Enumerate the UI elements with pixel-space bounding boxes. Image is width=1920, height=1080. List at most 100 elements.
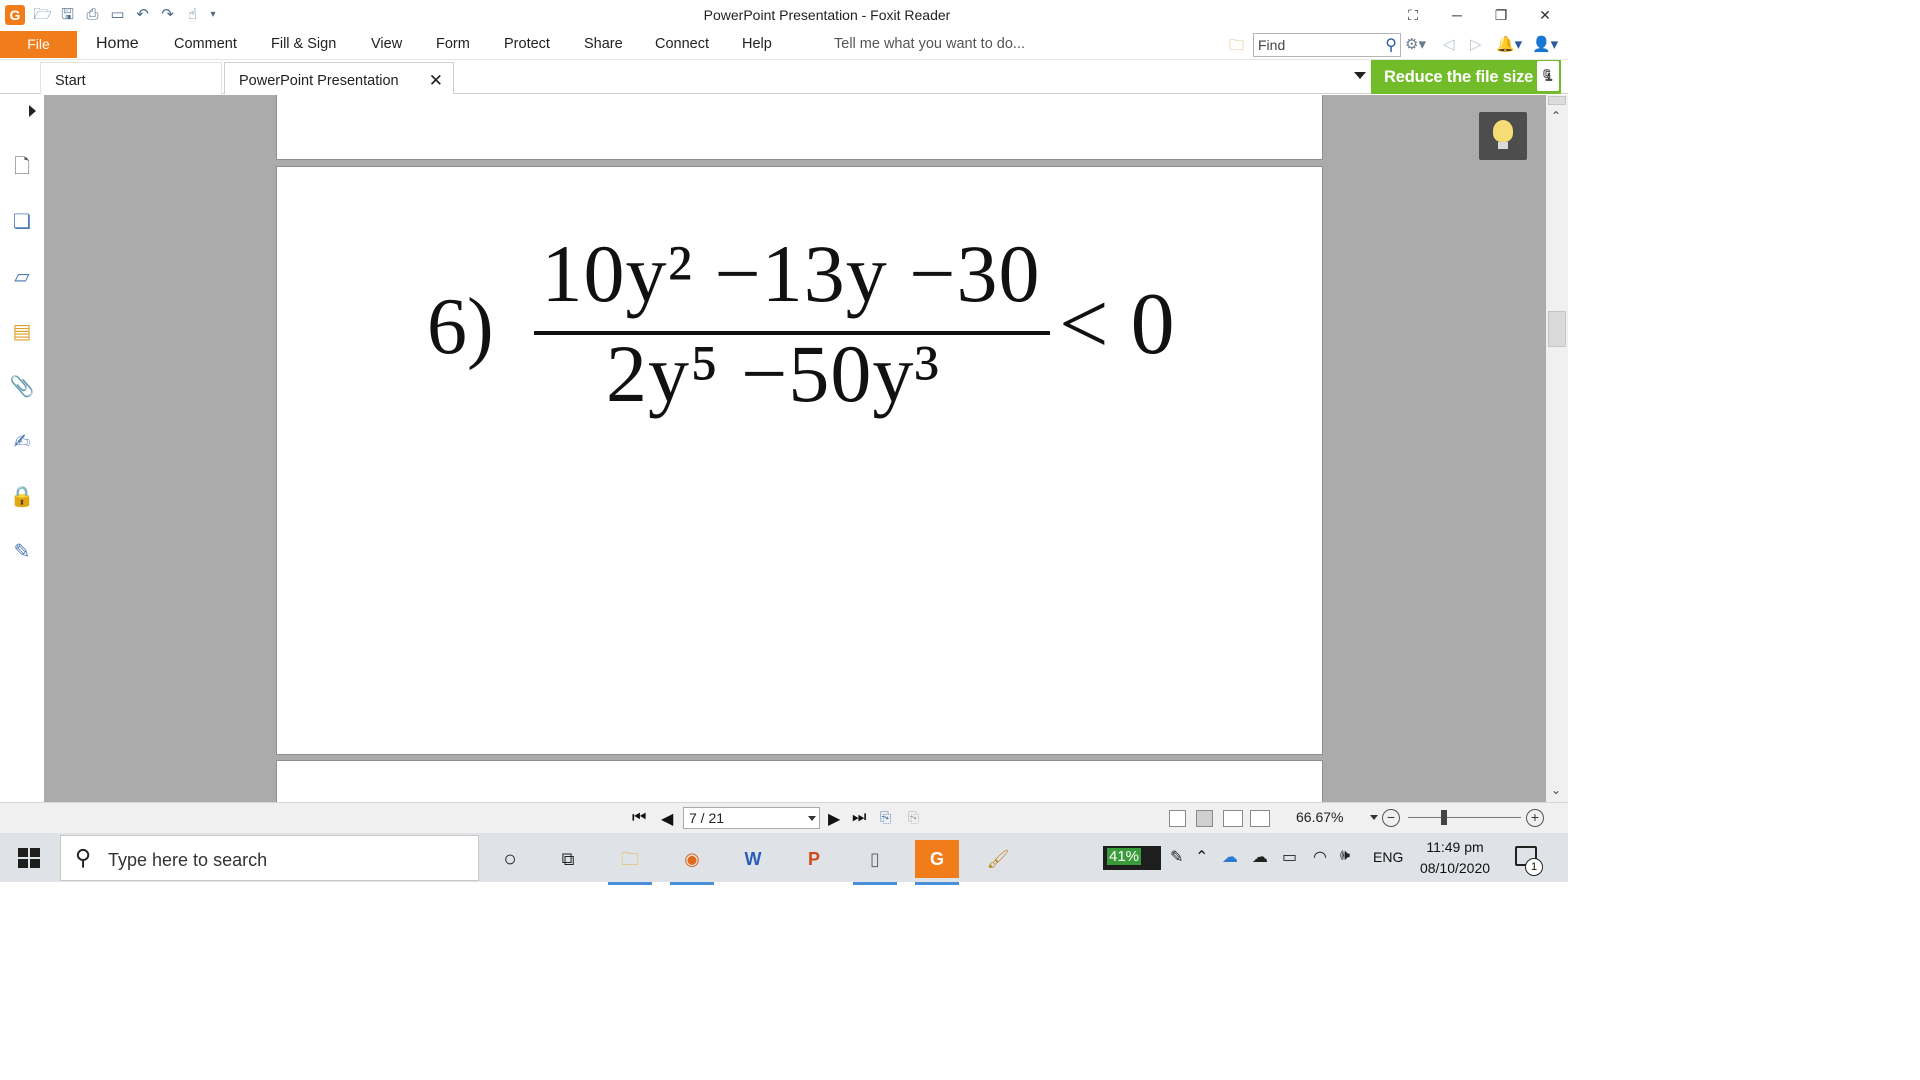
- document-viewport[interactable]: 6) 10y² −13y −30 2y⁵ −50y³ < 0: [44, 95, 1546, 802]
- layers-icon[interactable]: ▱: [8, 263, 36, 291]
- zoom-level[interactable]: 66.67%: [1296, 809, 1343, 825]
- ribbon-menu-bar: File Home Comment Fill & Sign View Form …: [0, 31, 1568, 60]
- powerpoint-icon[interactable]: P: [792, 840, 836, 878]
- attachments-icon[interactable]: 📎: [8, 373, 36, 401]
- tab-document-label: PowerPoint Presentation: [239, 73, 399, 89]
- menu-fill-sign[interactable]: Fill & Sign: [271, 36, 336, 52]
- menu-help[interactable]: Help: [742, 36, 772, 52]
- next-result-icon[interactable]: ▷: [1470, 35, 1482, 53]
- zoom-in-icon[interactable]: +: [1526, 809, 1544, 827]
- calculator-icon[interactable]: ▯: [853, 840, 897, 885]
- zoom-slider-thumb[interactable]: [1441, 810, 1447, 825]
- zoom-out-icon[interactable]: −: [1382, 809, 1400, 827]
- menu-form[interactable]: Form: [436, 36, 470, 52]
- reduce-file-size-banner[interactable]: Reduce the file size 🗜: [1371, 60, 1561, 94]
- menu-comment[interactable]: Comment: [174, 36, 237, 52]
- file-explorer-icon[interactable]: 🗀: [608, 840, 652, 885]
- menu-file[interactable]: File: [0, 31, 77, 58]
- problem-number: 6): [427, 283, 494, 371]
- volume-icon[interactable]: 🕪: [1340, 847, 1350, 865]
- previous-page-icon[interactable]: ◀: [661, 809, 673, 829]
- minimize-button[interactable]: ─: [1437, 3, 1477, 27]
- navigation-sidebar: 🗋 ❏ ▱ ▤ 📎 ✍ 🔒 ✎: [0, 95, 44, 802]
- formula-denominator: 2y⁵ −50y³: [606, 328, 940, 419]
- content-tools-icon[interactable]: ✎: [8, 538, 36, 566]
- security-lock-icon[interactable]: 🔒: [8, 483, 36, 511]
- close-window-button[interactable]: ✕: [1525, 3, 1565, 27]
- single-page-view-icon[interactable]: [1169, 810, 1186, 827]
- comments-icon[interactable]: ▤: [8, 318, 36, 346]
- find-placeholder: Find: [1258, 37, 1286, 53]
- system-clock[interactable]: 11:49 pm 08/10/2020: [1410, 837, 1500, 879]
- pen-icon[interactable]: ✎: [1170, 847, 1183, 867]
- windows-start-icon[interactable]: [18, 848, 40, 868]
- continuous-view-icon[interactable]: [1196, 810, 1213, 827]
- input-language[interactable]: ENG: [1373, 849, 1403, 865]
- firefox-icon[interactable]: ◉: [670, 840, 714, 885]
- close-tab-icon[interactable]: ✕: [429, 71, 443, 91]
- show-hidden-icons-icon[interactable]: ⌃: [1195, 847, 1208, 867]
- tips-lightbulb-icon[interactable]: [1479, 112, 1527, 160]
- facing-view-icon[interactable]: [1223, 810, 1243, 827]
- settings-gear-icon[interactable]: ⚙▾: [1405, 35, 1426, 53]
- split-handle[interactable]: [1548, 96, 1566, 105]
- tab-list-dropdown-icon[interactable]: [1354, 72, 1366, 79]
- continuous-facing-view-icon[interactable]: [1250, 810, 1270, 827]
- menu-share[interactable]: Share: [584, 36, 623, 52]
- find-input[interactable]: Find ⚲: [1253, 33, 1401, 57]
- taskbar-search-placeholder: Type here to search: [108, 850, 268, 870]
- menu-protect[interactable]: Protect: [504, 36, 550, 52]
- search-icon[interactable]: ⚲: [1385, 35, 1397, 55]
- previous-result-icon[interactable]: ◁: [1443, 35, 1455, 53]
- last-page-icon[interactable]: ⏭: [852, 809, 866, 827]
- menu-connect[interactable]: Connect: [655, 36, 709, 52]
- next-view-icon[interactable]: ⎘: [908, 809, 919, 826]
- signatures-icon[interactable]: ✍: [8, 428, 36, 456]
- title-bar: G 🗁 🖫 ⎙ ▭ ↶ ↷ ☝ ▾ PowerPoint Presentatio…: [0, 0, 1568, 31]
- tab-powerpoint-presentation[interactable]: PowerPoint Presentation ✕: [224, 62, 454, 94]
- scroll-up-icon[interactable]: ⌃: [1551, 109, 1561, 123]
- previous-view-icon[interactable]: ⎘: [880, 809, 891, 826]
- account-icon[interactable]: 👤▾: [1532, 35, 1558, 53]
- previous-page: [276, 95, 1323, 160]
- zoom-dropdown-icon[interactable]: [1370, 815, 1378, 820]
- onedrive-icon[interactable]: ☁: [1222, 847, 1238, 867]
- notification-bell-icon[interactable]: 🔔▾: [1496, 35, 1522, 53]
- foxit-reader-taskbar-icon[interactable]: G: [915, 840, 959, 885]
- current-page: 6) 10y² −13y −30 2y⁵ −50y³ < 0: [276, 166, 1323, 755]
- page-indicator: 7 / 21: [689, 810, 725, 826]
- expand-panel-icon[interactable]: [29, 105, 36, 117]
- clock-date: 08/10/2020: [1419, 860, 1491, 876]
- battery-indicator[interactable]: 41%: [1103, 846, 1161, 870]
- page-number-input[interactable]: 7 / 21: [683, 807, 820, 829]
- tab-start[interactable]: Start: [40, 62, 222, 94]
- windows-taskbar: ⚲ Type here to search ○ ⧉ 🗀 ◉ W P ▯ G 🖌 …: [0, 833, 1568, 885]
- cloud-sync-icon[interactable]: ☁: [1252, 847, 1268, 867]
- word-icon[interactable]: W: [731, 840, 775, 878]
- tell-me-search[interactable]: Tell me what you want to do...: [834, 36, 1025, 52]
- find-folder-icon[interactable]: 🗀: [1229, 35, 1244, 60]
- cortana-icon[interactable]: ○: [488, 840, 532, 878]
- task-view-icon[interactable]: ⧉: [546, 840, 590, 878]
- menu-home[interactable]: Home: [96, 35, 139, 53]
- next-page: [276, 760, 1323, 802]
- bookmark-icon[interactable]: 🗋: [8, 153, 36, 181]
- ribbon-display-icon[interactable]: ⛶: [1393, 3, 1433, 27]
- taskbar-search-box[interactable]: ⚲ Type here to search: [60, 835, 479, 881]
- scroll-thumb[interactable]: [1548, 311, 1566, 347]
- paint-icon[interactable]: 🖌: [976, 840, 1020, 878]
- next-page-icon[interactable]: ▶: [828, 809, 840, 829]
- vertical-scrollbar[interactable]: ⌃ ⌄: [1546, 95, 1568, 802]
- page-thumbnails-icon[interactable]: ❏: [8, 208, 36, 236]
- first-page-icon[interactable]: ⏮: [632, 809, 646, 827]
- zip-file-icon: 🗜: [1537, 61, 1559, 91]
- scroll-down-icon[interactable]: ⌄: [1551, 783, 1561, 797]
- restore-button[interactable]: ❐: [1481, 3, 1521, 27]
- document-tab-bar: Start PowerPoint Presentation ✕ Reduce t…: [0, 60, 1568, 94]
- zoom-slider-track[interactable]: [1408, 817, 1521, 818]
- wifi-icon[interactable]: ◠: [1313, 847, 1327, 867]
- page-dropdown-icon[interactable]: [808, 816, 816, 821]
- bulb-base: [1498, 142, 1508, 149]
- menu-view[interactable]: View: [371, 36, 402, 52]
- battery-power-icon[interactable]: ▭: [1282, 847, 1297, 867]
